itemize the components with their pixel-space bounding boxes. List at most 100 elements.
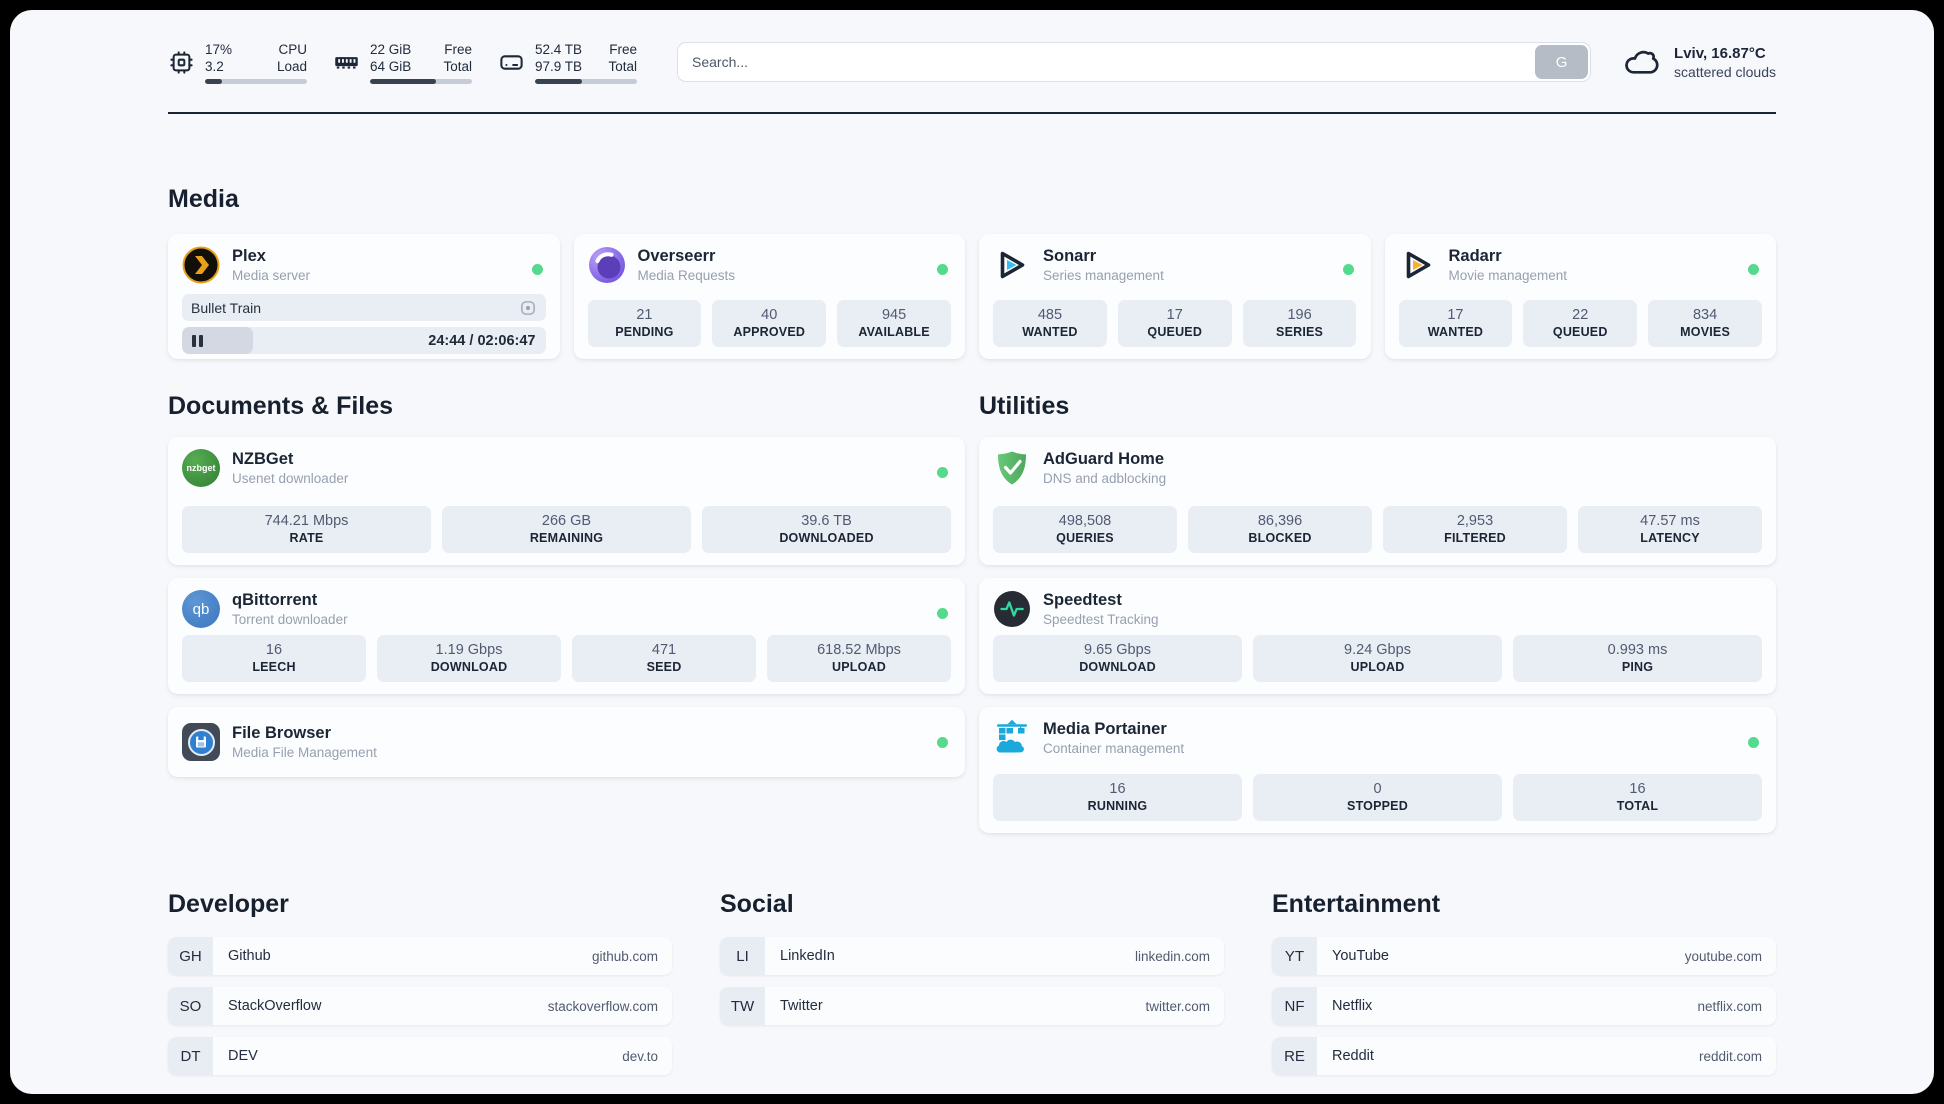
cpu-value: 17% xyxy=(205,41,233,57)
section-title-media: Media xyxy=(168,185,239,213)
stat-box: 9.24 Gbps UPLOAD xyxy=(1253,635,1502,682)
app-title: qBittorrent xyxy=(232,591,318,609)
disk-icon xyxy=(500,54,523,70)
weather-location-temp: Lviv, 16.87°C xyxy=(1674,44,1766,62)
stat-label: QUERIES xyxy=(1056,531,1114,545)
bookmark-url: netflix.com xyxy=(1697,998,1762,1014)
stat-box: 9.65 Gbps DOWNLOAD xyxy=(993,635,1242,682)
disk-total-value: 97.9 TB xyxy=(535,58,583,74)
card-filebrowser[interactable]: File Browser Media File Management xyxy=(168,707,965,777)
stat-box: 945 AVAILABLE xyxy=(837,300,951,347)
bookmark-dev[interactable]: DT DEV dev.to xyxy=(168,1037,672,1075)
card-plex[interactable]: Plex Media server Bullet Train 24:44 / 0… xyxy=(168,234,560,359)
stat-label: UPLOAD xyxy=(1350,660,1405,674)
cpu-icon xyxy=(170,50,193,74)
stat-box: 498,508 QUERIES xyxy=(993,506,1177,553)
disk-free-label: Free xyxy=(609,41,637,57)
stat-box: 39.6 TB DOWNLOADED xyxy=(702,506,951,553)
bookmark-netflix[interactable]: NF Netflix netflix.com xyxy=(1272,987,1776,1025)
nzbget-icon: nzbget xyxy=(182,449,220,487)
app-description: Series management xyxy=(1043,268,1164,283)
stat-value: 16 xyxy=(265,642,283,658)
bookmark-url: stackoverflow.com xyxy=(547,998,658,1014)
card-overseerr[interactable]: Overseerr Media Requests 21 PENDING 40 APP… xyxy=(573,234,965,359)
card-radarr[interactable]: Radarr Movie management 17 WANTED 22 QUEUE… xyxy=(1384,234,1776,359)
ram-progress-bar xyxy=(370,78,472,84)
stat-box: 16 LEECH xyxy=(182,635,366,682)
app-description: Torrent downloader xyxy=(232,612,348,627)
section-title-developer: Developer xyxy=(168,890,289,918)
card-speedtest[interactable]: Speedtest Speedtest Tracking 9.65 Gbps DO… xyxy=(979,578,1776,694)
cpu-load-label: Load xyxy=(276,58,307,74)
stat-box: 0 STOPPED xyxy=(1253,774,1502,821)
bookmark-url: twitter.com xyxy=(1145,998,1210,1014)
status-dot xyxy=(937,467,948,478)
cpu-progress-bar xyxy=(205,78,307,84)
bookmark-name: Twitter xyxy=(780,998,823,1014)
stat-label: PENDING xyxy=(615,325,674,339)
stat-value: 9.65 Gbps xyxy=(1084,642,1151,658)
stat-value: 945 xyxy=(881,307,907,323)
card-sonarr[interactable]: Sonarr Series management 485 WANTED 17 QUE… xyxy=(979,234,1371,359)
stat-value: 485 xyxy=(1037,307,1063,323)
card-nzbget[interactable]: nzbget NZBGet Usenet downloader 744.21 M… xyxy=(168,437,965,565)
bookmark-twitter[interactable]: TW Twitter twitter.com xyxy=(720,987,1224,1025)
radarr-icon xyxy=(1399,246,1437,284)
bookmark-name: DEV xyxy=(228,1048,258,1064)
app-description: Container management xyxy=(1043,741,1185,756)
status-dot xyxy=(531,264,543,275)
qbittorrent-icon: qb xyxy=(182,590,220,628)
search-engine-button[interactable]: G xyxy=(1535,45,1589,79)
session-device-icon[interactable] xyxy=(519,299,537,317)
bookmark-linkedin[interactable]: LI LinkedIn linkedin.com xyxy=(720,937,1224,975)
bookmark-url: dev.to xyxy=(622,1048,658,1064)
bookmark-github[interactable]: GH Github github.com xyxy=(168,937,672,975)
stat-label: RATE xyxy=(289,531,324,545)
stat-box: 86,396 BLOCKED xyxy=(1188,506,1372,553)
ram-icon xyxy=(335,56,358,69)
stat-label: DOWNLOAD xyxy=(430,660,508,674)
bookmark-name: LinkedIn xyxy=(780,948,835,964)
app-title: Speedtest xyxy=(1043,591,1122,609)
stat-label: SERIES xyxy=(1276,325,1324,339)
stat-value: 266 GB xyxy=(541,513,592,529)
stat-box: 47.57 ms LATENCY xyxy=(1578,506,1762,553)
status-dot xyxy=(937,608,948,619)
bookmark-abbr: DT xyxy=(168,1037,213,1075)
stat-value: 17 xyxy=(1166,307,1183,323)
stat-box: 16 TOTAL xyxy=(1513,774,1762,821)
stat-value: 47.57 ms xyxy=(1640,513,1700,529)
stat-box: 40 APPROVED xyxy=(712,300,827,347)
pause-button[interactable] xyxy=(192,334,203,347)
bookmark-abbr: YT xyxy=(1272,937,1317,975)
disk-stat: 52.4 TB Free 97.9 TB Total xyxy=(498,41,637,84)
card-portainer[interactable]: Media Portainer Container management 16 R… xyxy=(979,707,1776,833)
bookmark-youtube[interactable]: YT YouTube youtube.com xyxy=(1272,937,1776,975)
cpu-stat: 17% CPU 3.2 Load xyxy=(168,41,307,84)
stat-value: 2,953 xyxy=(1456,513,1494,529)
card-qbittorrent[interactable]: qb qBittorrent Torrent downloader 16 LEEC… xyxy=(168,578,965,694)
stat-label: PING xyxy=(1621,660,1654,674)
bookmark-url: youtube.com xyxy=(1684,948,1762,964)
app-title: AdGuard Home xyxy=(1043,450,1165,468)
plex-icon xyxy=(182,246,220,284)
stat-value: 196 xyxy=(1287,307,1312,323)
stat-value: 0.993 ms xyxy=(1607,642,1668,658)
card-adguard[interactable]: AdGuard Home DNS and adblocking 498,508 Q… xyxy=(979,437,1776,565)
stat-label: QUEUED xyxy=(1552,325,1608,339)
bookmark-stackoverflow[interactable]: SO StackOverflow stackoverflow.com xyxy=(168,987,672,1025)
bookmark-name: YouTube xyxy=(1332,948,1389,964)
app-title: Media Portainer xyxy=(1043,720,1167,738)
ram-total-value: 64 GiB xyxy=(370,58,412,74)
stat-label: UPLOAD xyxy=(832,660,886,674)
bookmark-url: linkedin.com xyxy=(1134,948,1210,964)
disk-progress-bar xyxy=(535,78,637,84)
now-playing-title: Bullet Train xyxy=(191,299,262,316)
status-dot xyxy=(1342,264,1354,275)
stat-box: 22 QUEUED xyxy=(1523,300,1638,347)
bookmark-reddit[interactable]: RE Reddit reddit.com xyxy=(1272,1037,1776,1075)
stat-label: WANTED xyxy=(1022,325,1078,339)
ram-free-value: 22 GiB xyxy=(370,41,412,57)
search-input[interactable] xyxy=(677,42,1592,82)
stat-value: 86,396 xyxy=(1257,513,1303,529)
